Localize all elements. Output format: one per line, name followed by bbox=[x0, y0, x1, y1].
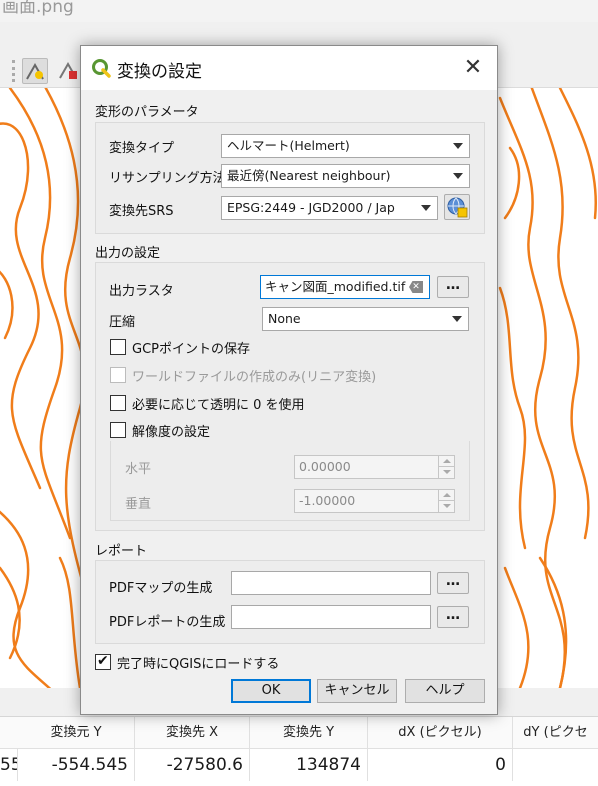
target-srs-value: EPSG:2449 - JGD2000 / Jap bbox=[227, 200, 395, 215]
save-gcp-label: GCPポイントの保存 bbox=[132, 341, 250, 357]
checkbox-box bbox=[110, 367, 126, 383]
checkbox-box bbox=[110, 422, 126, 438]
dialog-titlebar[interactable]: 変換の設定 ✕ bbox=[81, 46, 497, 90]
resampling-select[interactable]: 最近傍(Nearest neighbour) bbox=[221, 164, 470, 188]
world-file-checkbox[interactable]: ワールドファイルの作成のみ(リニア変換) bbox=[110, 366, 377, 385]
cancel-button[interactable]: キャンセル bbox=[317, 679, 397, 703]
chevron-down-icon bbox=[421, 205, 431, 211]
compression-value: None bbox=[268, 311, 301, 326]
resampling-label: リサンプリング方法 bbox=[109, 171, 226, 186]
checkbox-box bbox=[95, 653, 111, 670]
resolution-checkbox[interactable]: 解像度の設定 bbox=[110, 421, 211, 440]
transform-tool-icon bbox=[26, 62, 44, 80]
qgis-logo-icon bbox=[92, 59, 111, 78]
gcp-table: 変換元 Y 変換先 X 変換先 Y dX (ピクセル) dY (ピクセ 55 -… bbox=[0, 716, 598, 786]
load-in-qgis-checkbox[interactable]: 完了時にQGISにロードする bbox=[95, 653, 280, 672]
horizontal-resolution-spinbox[interactable]: 0.00000 bbox=[294, 455, 455, 479]
transform-params-group: 変換タイプ ヘルマート(Helmert) リサンプリング方法 最近傍(Neare… bbox=[95, 122, 485, 234]
ok-button[interactable]: OK bbox=[231, 679, 311, 703]
report-title: レポート bbox=[95, 544, 148, 559]
pdf-map-field[interactable] bbox=[231, 571, 431, 595]
world-file-label: ワールドファイルの作成のみ(リニア変換) bbox=[132, 369, 377, 385]
transparency-label: 必要に応じて透明に 0 を使用 bbox=[132, 397, 305, 413]
output-raster-label: 出力ラスタ bbox=[109, 284, 174, 299]
help-button[interactable]: ヘルプ bbox=[405, 679, 485, 703]
cell-source-y: -554.545 bbox=[18, 749, 135, 781]
pdf-report-label: PDFレポートの生成 bbox=[109, 615, 226, 630]
dialog-title: 変換の設定 bbox=[117, 62, 202, 82]
cell-dest-x: -27580.6 bbox=[135, 749, 250, 781]
gcp-table-header: 変換元 Y 変換先 X 変換先 Y dX (ピクセル) dY (ピクセ bbox=[0, 717, 598, 749]
output-raster-field[interactable]: キャン図面_modified.tif ✕ bbox=[260, 275, 430, 299]
resolution-group: 水平 0.00000 垂直 -1.00000 bbox=[110, 441, 470, 521]
horizontal-label: 水平 bbox=[125, 462, 152, 477]
pdf-report-field[interactable] bbox=[231, 605, 431, 629]
output-raster-value: キャン図面_modified.tif bbox=[265, 279, 406, 294]
horizontal-value: 0.00000 bbox=[299, 459, 351, 474]
crs-selector-button[interactable] bbox=[444, 194, 470, 220]
globe-icon bbox=[447, 197, 468, 218]
header-dest-y[interactable]: 変換先 Y bbox=[250, 717, 368, 749]
cell-dx: 0 bbox=[368, 749, 513, 781]
pdf-map-label: PDFマップの生成 bbox=[109, 581, 213, 596]
transparency-checkbox[interactable]: 必要に応じて透明に 0 を使用 bbox=[110, 394, 305, 413]
header-source-y[interactable]: 変換元 Y bbox=[18, 717, 135, 749]
table-row[interactable]: 55 -554.545 -27580.6 134874 0 bbox=[0, 749, 598, 781]
vertical-label: 垂直 bbox=[125, 497, 152, 512]
chevron-down-icon bbox=[453, 143, 463, 149]
compression-select[interactable]: None bbox=[262, 307, 469, 331]
spin-up-icon[interactable] bbox=[438, 490, 454, 501]
save-gcp-checkbox[interactable]: GCPポイントの保存 bbox=[110, 338, 250, 357]
target-srs-select[interactable]: EPSG:2449 - JGD2000 / Jap bbox=[221, 196, 438, 220]
checkbox-box bbox=[110, 395, 126, 411]
header-dy[interactable]: dY (ピクセ bbox=[513, 717, 598, 749]
clear-icon[interactable]: ✕ bbox=[409, 281, 423, 293]
delete-point-icon bbox=[59, 61, 77, 79]
report-group: PDFマップの生成 … PDFレポートの生成 … bbox=[95, 560, 485, 644]
georef-tool-button[interactable] bbox=[22, 58, 48, 84]
close-button[interactable]: ✕ bbox=[459, 54, 487, 82]
transform-type-value: ヘルマート(Helmert) bbox=[227, 138, 350, 153]
output-settings-group: 出力ラスタ キャン図面_modified.tif ✕ … 圧縮 None GCP… bbox=[95, 262, 485, 531]
toolbar-grip[interactable] bbox=[12, 60, 15, 82]
spin-down-icon[interactable] bbox=[438, 501, 454, 512]
spin-down-icon[interactable] bbox=[438, 467, 454, 478]
vertical-value: -1.00000 bbox=[299, 493, 356, 508]
resolution-label: 解像度の設定 bbox=[132, 424, 211, 440]
vertical-resolution-spinbox[interactable]: -1.00000 bbox=[294, 489, 455, 513]
output-raster-browse-button[interactable]: … bbox=[437, 276, 469, 298]
compression-label: 圧縮 bbox=[109, 315, 136, 330]
close-icon: ✕ bbox=[463, 55, 483, 80]
transform-type-select[interactable]: ヘルマート(Helmert) bbox=[221, 134, 470, 158]
resampling-value: 最近傍(Nearest neighbour) bbox=[227, 168, 391, 183]
spin-up-icon[interactable] bbox=[438, 456, 454, 467]
transform-params-title: 変形のパラメータ bbox=[95, 105, 199, 120]
cell-dest-y: 134874 bbox=[250, 749, 368, 781]
target-srs-label: 変換先SRS bbox=[109, 204, 174, 219]
header-dx[interactable]: dX (ピクセル) bbox=[368, 717, 513, 749]
transform-settings-dialog: 変換の設定 ✕ 変形のパラメータ 変換タイプ ヘルマート(Helmert) リサ… bbox=[80, 45, 498, 715]
cell-source-x: 55 bbox=[0, 749, 18, 781]
chevron-down-icon bbox=[452, 316, 462, 322]
delete-point-button[interactable] bbox=[56, 58, 80, 84]
pdf-map-browse-button[interactable]: … bbox=[437, 572, 469, 594]
transform-type-label: 変換タイプ bbox=[109, 141, 175, 156]
output-settings-title: 出力の設定 bbox=[95, 246, 161, 261]
pdf-report-browse-button[interactable]: … bbox=[437, 606, 469, 628]
header-dest-x[interactable]: 変換先 X bbox=[135, 717, 250, 749]
load-in-qgis-label: 完了時にQGISにロードする bbox=[117, 656, 280, 672]
checkbox-box bbox=[110, 339, 126, 355]
window-title: 画面.png bbox=[0, 0, 598, 22]
chevron-down-icon bbox=[453, 173, 463, 179]
